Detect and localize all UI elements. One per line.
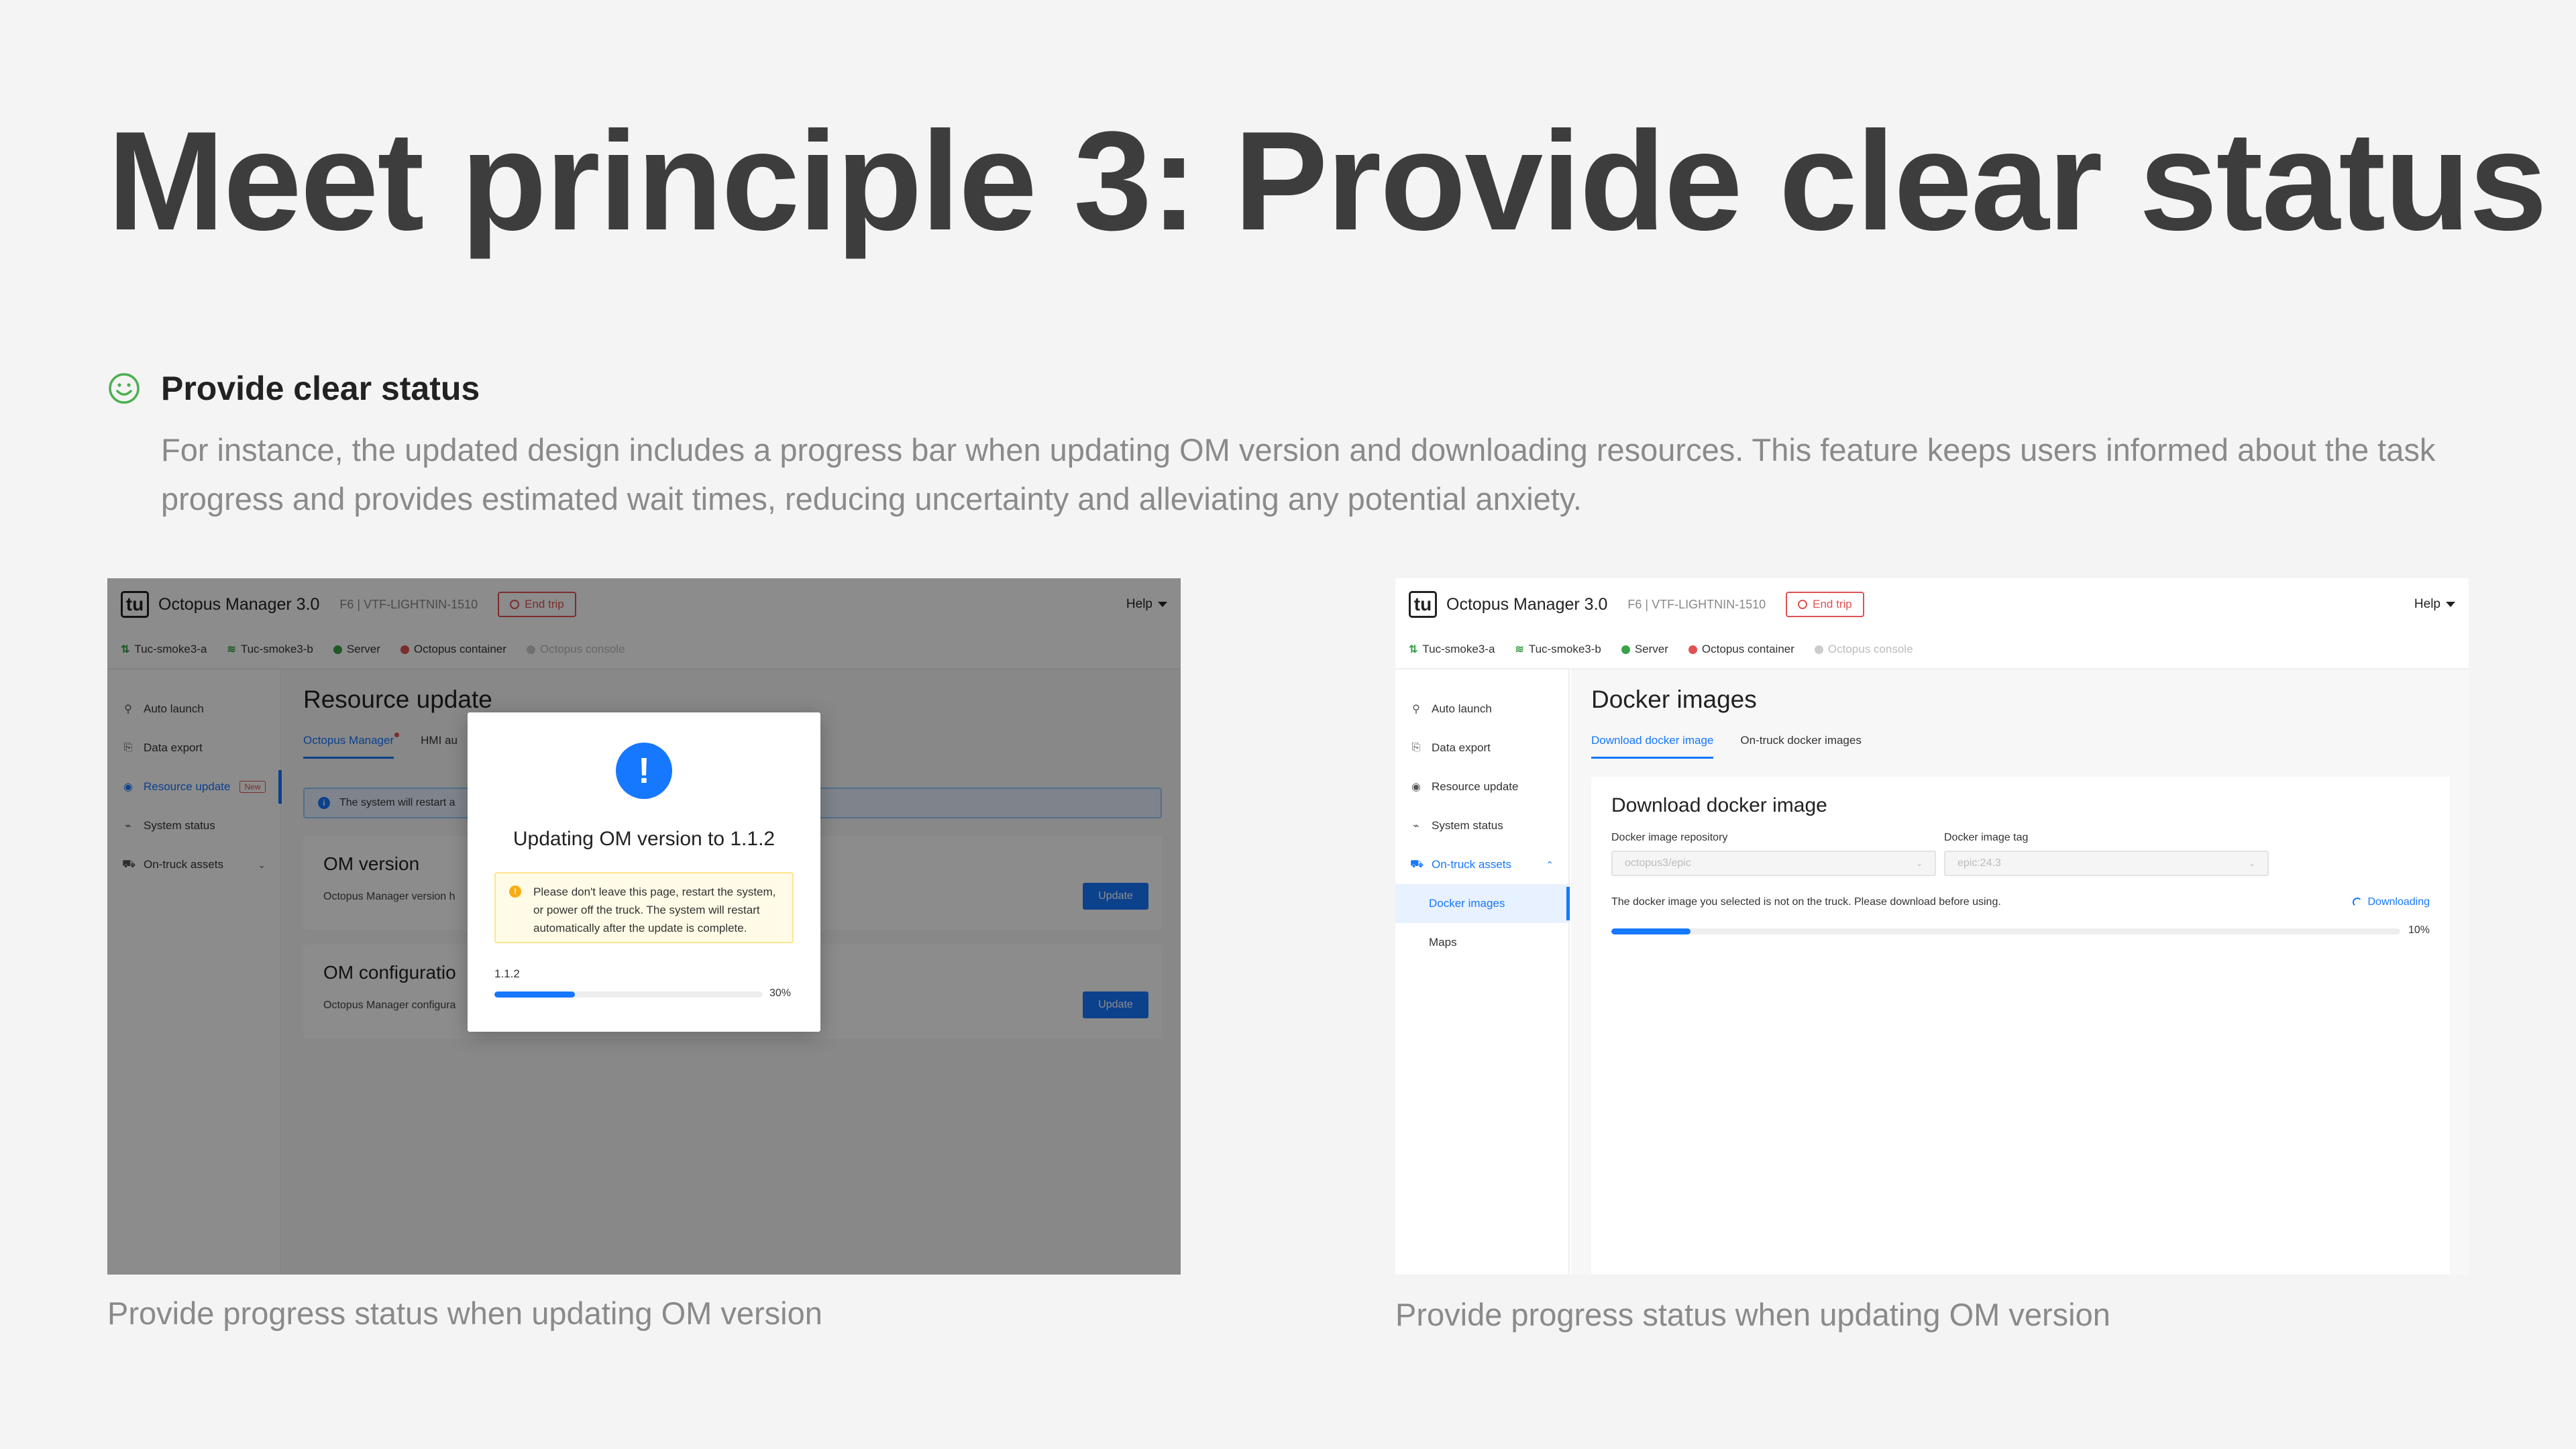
sidebar-item-resource-update[interactable]: ◉ Resource update [1395,767,1568,806]
chevron-down-icon: ⌄ [2248,859,2255,868]
app-logo: tu [1409,591,1437,618]
signal-icon: ⇅ [1409,644,1418,655]
principle-description: For instance, the updated design include… [161,432,2436,517]
tab-download-docker-image[interactable]: Download docker image [1591,734,1714,759]
repo-label: Docker image repository [1611,832,1728,843]
end-trip-label: End trip [1813,598,1852,610]
screenshot-om-update: tu Octopus Manager 3.0 F6 | VTF-LIGHTNIN… [107,578,1181,1275]
caret-down-icon [2446,602,2455,607]
status-item: ≋ Tuc-smoke3-b [1515,643,1601,656]
help-label: Help [2414,597,2440,611]
panel-title: Download docker image [1611,794,1827,816]
caption-left: Provide progress status when updating OM… [107,1295,822,1331]
principle-section: Provide clear status For instance, the u… [107,369,2496,523]
chart-icon: ⌁ [1413,820,1419,832]
eye-icon: ◉ [1411,782,1421,793]
sidebar-item-label: Resource update [1432,780,1519,793]
main-content: Docker images Download docker image On-t… [1571,669,2469,1275]
trip-id: F6 | VTF-LIGHTNIN-1510 [1627,597,1766,611]
download-message: The docker image you selected is not on … [1611,896,2001,908]
status-dot-icon [1688,645,1697,654]
modal-title: Updating OM version to 1.1.2 [513,828,775,850]
status-label: Tuc-smoke3-a [1422,643,1495,655]
chevron-down-icon: ⌄ [1915,859,1923,868]
tab-bar: Download docker image On-truck docker im… [1591,734,1862,759]
sidebar-item-auto-launch[interactable]: ⚲ Auto launch [1395,690,1568,729]
warning-icon: ! [509,885,521,898]
warning-text: Please don't leave this page, restart th… [533,885,776,934]
app-name: Octopus Manager 3.0 [1446,594,1608,614]
end-trip-button[interactable]: End trip [1786,592,1864,617]
screenshot-docker-download: tu Octopus Manager 3.0 F6 | VTF-LIGHTNIN… [1395,578,2469,1275]
repo-value: octopus3/epic [1625,857,1691,869]
version-label: 1.1.2 [494,967,520,980]
repo-select[interactable]: octopus3/epic ⌄ [1611,851,1936,876]
update-progress-modal: ! Updating OM version to 1.1.2 ! Please … [468,712,820,1032]
truck-icon: ⛟ [1410,859,1424,870]
page-title: Docker images [1591,686,1757,713]
downloading-status: Downloading [2353,896,2430,908]
rocket-icon: ⚲ [1412,704,1420,715]
progress-fill [1611,928,1690,934]
exclamation-icon: ! [616,743,672,799]
progress-fill [494,991,575,998]
sidebar-item-label: Maps [1429,936,1457,949]
sidebar-item-label: System status [1432,819,1503,832]
slide-title: Meet principle 3: Provide clear status [107,102,2547,260]
downloading-label: Downloading [2367,896,2430,908]
status-dot-icon [1621,645,1630,654]
status-label: Server [1634,643,1668,655]
sidebar-item-docker-images[interactable]: Docker images [1395,884,1570,923]
status-dot-icon [1814,645,1823,654]
sidebar-item-label: On-truck assets [1432,858,1512,871]
sidebar-item-label: Data export [1432,741,1491,754]
sidebar-item-on-truck-assets[interactable]: ⛟ On-truck assets ⌃ [1395,845,1568,884]
sidebar-item-system-status[interactable]: ⌁ System status [1395,806,1568,845]
progress-percent: 10% [2408,924,2430,936]
principle-heading: Provide clear status [161,370,480,407]
status-item: Server [1621,643,1668,656]
status-item: Octopus console [1814,643,1913,656]
chevron-up-icon: ⌃ [1546,859,1554,870]
sidebar-item-label: Docker images [1429,897,1505,910]
update-progress-bar [494,991,763,998]
status-item: ⇅ Tuc-smoke3-a [1409,643,1495,656]
wifi-icon: ≋ [1515,644,1524,655]
status-label: Octopus console [1827,643,1913,655]
status-item: Octopus container [1688,643,1794,656]
sidebar-item-label: Auto launch [1432,702,1492,715]
tag-value: epic:24.3 [1957,857,2001,869]
sidebar: ⚲ Auto launch ⎘ Data export ◉ Resource upda… [1395,669,1570,1275]
progress-percent: 30% [769,987,792,999]
tag-label: Docker image tag [1944,832,2029,843]
status-bar: ⇅ Tuc-smoke3-a ≋ Tuc-smoke3-b Server Octop… [1395,631,2469,669]
tag-select[interactable]: epic:24.3 ⌄ [1944,851,2269,876]
caption-right: Provide progress status when updating OM… [1395,1297,2110,1332]
export-icon: ⎘ [1411,742,1421,753]
sidebar-item-data-export[interactable]: ⎘ Data export [1395,729,1568,767]
status-label: Octopus container [1701,643,1794,655]
help-menu[interactable]: Help [2414,597,2455,612]
stop-icon [1798,600,1808,609]
download-panel: Download docker image Docker image repos… [1591,777,2450,1275]
warning-alert: ! Please don't leave this page, restart … [494,872,794,943]
sidebar-item-maps[interactable]: Maps [1395,923,1568,962]
smile-icon [109,373,140,404]
download-progress-bar [1611,928,2400,934]
app-header: tu Octopus Manager 3.0 F6 | VTF-LIGHTNIN… [1395,578,2469,631]
spinner-icon [2353,898,2363,907]
tab-on-truck-docker-images[interactable]: On-truck docker images [1740,734,1861,759]
status-label: Tuc-smoke3-b [1528,643,1601,655]
